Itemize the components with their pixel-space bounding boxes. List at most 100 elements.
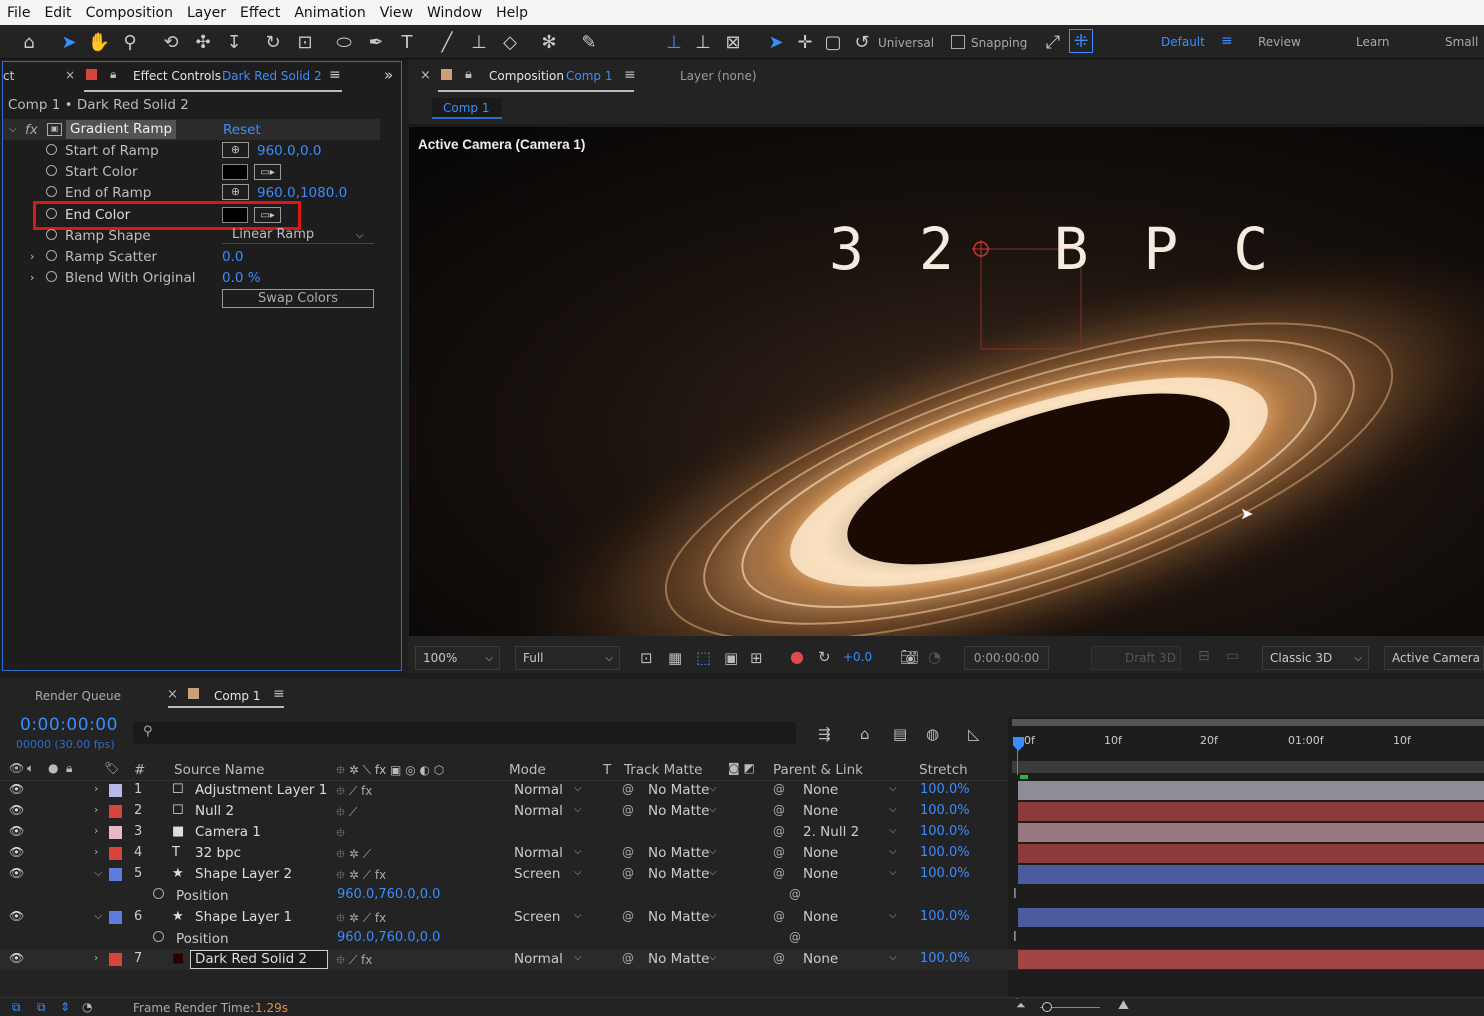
stretch-value[interactable]: 100.0%	[920, 782, 970, 797]
reset-link[interactable]: Reset	[223, 122, 261, 138]
eraser-tool-icon[interactable]: ◇	[497, 29, 523, 55]
layer-switches-icon[interactable]: ⧉	[12, 1000, 21, 1015]
grid-snap-icon[interactable]: ⁜	[1069, 29, 1093, 53]
time-ruler[interactable]: 0f 10f 20f 01:00f 10f	[1008, 717, 1484, 775]
layer-switches[interactable]: ⯐ ✲ ⟋	[336, 845, 371, 866]
puppet-pin-icon[interactable]: ✎	[576, 29, 602, 55]
rotation-tool-icon[interactable]: ↻	[260, 29, 286, 55]
track-matte-dropdown[interactable]: No Matte	[648, 951, 709, 967]
ramp-shape-dropdown[interactable]: Linear Ramp	[222, 227, 374, 244]
workspace-review[interactable]: Review	[1258, 35, 1301, 49]
draft-3d-toggle[interactable]: Draft 3D	[1091, 646, 1181, 670]
dolly-camera-icon[interactable]: ↧	[221, 29, 247, 55]
track-matte-dropdown[interactable]: No Matte	[648, 866, 709, 882]
project-tab-fragment[interactable]: ct	[3, 69, 14, 83]
eyedropper-icon[interactable]: ▭▸	[254, 164, 281, 180]
stopwatch-icon[interactable]	[153, 931, 169, 946]
parent-pickwhip-icon[interactable]: @	[773, 803, 785, 817]
mode-dropdown[interactable]: Screen	[514, 909, 560, 925]
matte-pickwhip-icon[interactable]: @	[622, 909, 634, 923]
table-row[interactable]: 👁︎ › 1 ☐ Adjustment Layer 1 ⯐ ⟋ fx Normal ⌵ @ No …	[0, 780, 1484, 801]
layer-name[interactable]: Null 2	[195, 803, 234, 819]
label-color[interactable]	[109, 826, 122, 839]
channels-icon[interactable]: ●	[790, 647, 804, 666]
expand-arrow-icon[interactable]: ›	[30, 250, 34, 263]
universal-select-icon[interactable]: ➤	[763, 29, 789, 55]
hand-tool-icon[interactable]: ✋	[86, 29, 112, 55]
lock-icon[interactable]: 🔒︎	[110, 67, 116, 82]
rotate-gizmo-icon[interactable]: ↺	[849, 29, 875, 55]
close-tab-icon[interactable]: ×	[167, 687, 178, 702]
comp-navigator-tab[interactable]: Comp 1	[432, 98, 502, 119]
layer-name[interactable]: Shape Layer 2	[195, 866, 292, 882]
layer-duration-bar[interactable]	[1018, 950, 1484, 969]
position-value[interactable]: 960.0,760.0,0.0	[337, 930, 440, 945]
region-of-interest-icon[interactable]: ▣	[724, 649, 738, 667]
eye-icon[interactable]: 👁︎	[9, 845, 24, 859]
exposure-value[interactable]: +0.0	[843, 650, 872, 664]
stretch-value[interactable]: 100.0%	[920, 951, 970, 966]
track-matte-dropdown[interactable]: No Matte	[648, 845, 709, 861]
effect-name[interactable]: Gradient Ramp	[66, 120, 177, 139]
parent-dropdown[interactable]: None	[803, 803, 838, 819]
layer-duration-bar[interactable]	[1018, 908, 1484, 927]
current-time-display[interactable]: 0:00:00:00	[20, 715, 118, 735]
layer-name[interactable]: Dark Red Solid 2	[190, 950, 328, 969]
start-color-swatch[interactable]	[222, 164, 248, 180]
layer-switches[interactable]: ⯐ ✲ ⟋ fx	[336, 909, 386, 930]
label-color[interactable]	[109, 911, 122, 924]
work-area-bar[interactable]	[1012, 719, 1484, 726]
parent-pickwhip-icon[interactable]: @	[773, 909, 785, 923]
eye-icon[interactable]: 👁︎	[9, 951, 24, 965]
end-of-ramp-value[interactable]: 960.0,1080.0	[257, 185, 347, 201]
mode-dropdown[interactable]: Screen	[514, 866, 560, 882]
home-icon[interactable]: ⌂	[16, 29, 42, 55]
zoom-tool-icon[interactable]: ⚲	[117, 29, 143, 55]
mask-visibility-icon[interactable]: ⬚	[696, 648, 711, 667]
stretch-value[interactable]: 100.0%	[920, 824, 970, 839]
reset-exposure-icon[interactable]: ↻	[818, 648, 831, 666]
close-tab-icon[interactable]: ×	[420, 68, 431, 83]
swap-colors-button[interactable]: Swap Colors	[222, 289, 374, 308]
collapse-effect-icon[interactable]: ⌵	[9, 124, 17, 135]
expand-arrow-icon[interactable]: ›	[94, 845, 98, 858]
stretch-value[interactable]: 100.0%	[920, 866, 970, 881]
renderer-dropdown[interactable]: Classic 3D ⌵	[1262, 646, 1369, 670]
stopwatch-icon[interactable]	[46, 249, 62, 265]
table-row[interactable]: 👁︎ ⌵ 5 ★ Shape Layer 2 ⯐ ✲ ⟋ fx Screen ⌵ @ No Mat…	[0, 864, 1484, 885]
mode-dropdown[interactable]: Normal	[514, 803, 563, 819]
layer-duration-bar[interactable]	[1018, 802, 1484, 821]
clone-stamp-icon[interactable]: ⊥	[466, 29, 492, 55]
menu-layer[interactable]: Layer	[180, 5, 233, 21]
layer-search-input[interactable]: ⚲	[133, 722, 796, 744]
layer-name[interactable]: Shape Layer 1	[195, 909, 292, 925]
table-row[interactable]: 👁︎ › 7 ■ Dark Red Solid 2 ⯐ ⟋ fx Normal ⌵ @ No Ma…	[0, 949, 1484, 970]
layer-switches[interactable]: ⯐ ⟋ fx	[336, 951, 372, 972]
show-snapshot-icon[interactable]: ◔	[928, 648, 941, 666]
zoom-dropdown[interactable]: 100% ⌵	[415, 646, 500, 670]
frame-blending-icon[interactable]: ▤	[893, 725, 907, 743]
expand-arrow-icon[interactable]: ›	[30, 271, 34, 284]
eye-icon[interactable]: 👁︎	[9, 909, 24, 923]
stretch-value[interactable]: 100.0%	[920, 845, 970, 860]
effect-controls-layer-name[interactable]: Dark Red Solid 2	[222, 69, 322, 83]
menu-window[interactable]: Window	[420, 5, 489, 21]
crosshair-point-icon[interactable]: ⊕	[222, 184, 249, 200]
pan-behind-icon[interactable]: ⊡	[292, 29, 318, 55]
world-axis-icon[interactable]: ⊥	[690, 29, 716, 55]
eye-icon[interactable]: 👁︎	[9, 782, 24, 796]
timeline-comp-tab[interactable]: Comp 1	[214, 689, 260, 703]
mode-dropdown[interactable]: Normal	[514, 782, 563, 798]
resolution-dropdown[interactable]: Full ⌵	[515, 646, 620, 670]
layer-name[interactable]: Adjustment Layer 1	[195, 782, 327, 798]
stopwatch-icon[interactable]	[46, 164, 62, 180]
expand-arrow-icon[interactable]: ›	[94, 824, 98, 837]
expand-panels-icon[interactable]: »	[384, 66, 393, 84]
transfer-controls-icon[interactable]: ⧉	[37, 1000, 46, 1015]
layer-switches[interactable]: ⯐ ⟋ fx	[336, 782, 372, 803]
layer-switches[interactable]: ⯐ ✲ ⟋ fx	[336, 866, 386, 887]
table-row[interactable]: 👁︎ › 3 ■ Camera 1 ⯐ @2. Null 2 ⌵ 100.0%	[0, 822, 1484, 843]
layer-name[interactable]: 32 bpc	[195, 845, 241, 861]
in-out-icon[interactable]: ⇕	[60, 1000, 70, 1014]
menu-file[interactable]: File	[0, 5, 37, 21]
